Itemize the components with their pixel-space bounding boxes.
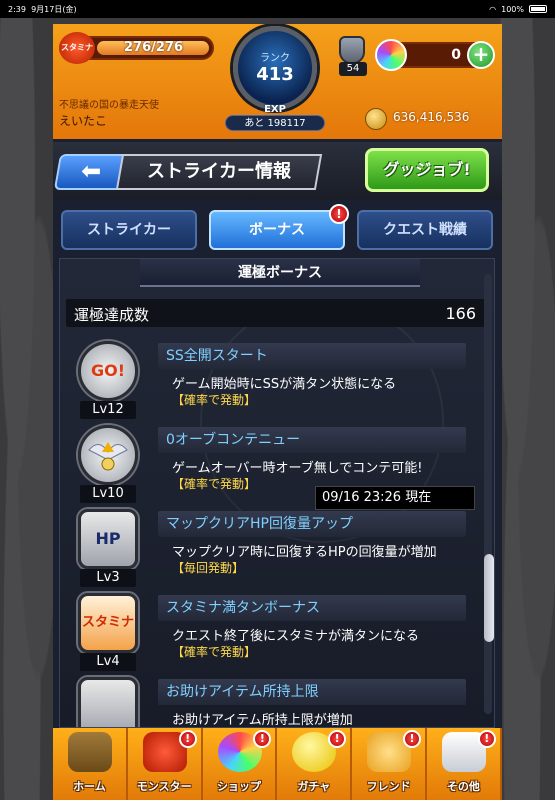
- nav-label: モンスター: [136, 780, 192, 793]
- tab-striker[interactable]: ストライカー: [61, 210, 197, 250]
- rank-orb[interactable]: ランク 413: [233, 26, 317, 110]
- wifi-icon: ◠: [489, 4, 497, 14]
- page-title: ストライカー情報: [115, 154, 323, 190]
- scrollbar-track[interactable]: [484, 274, 492, 714]
- scrollbar-thumb[interactable]: [484, 554, 494, 642]
- coin-count: 636,416,536: [393, 110, 470, 124]
- hp-icon: HP: [78, 509, 138, 569]
- tab-quest-record[interactable]: クエスト戦績: [357, 210, 493, 250]
- orb-count: 0: [451, 47, 461, 63]
- bonus-name: SS全開スタート: [158, 343, 466, 369]
- bonus-level: Lv3: [80, 569, 136, 587]
- bonus-name: スタミナ満タンボーナス: [158, 595, 466, 621]
- player-name: えいたこ: [59, 114, 108, 128]
- nav-badge: !: [178, 730, 197, 748]
- bonus-desc: クエスト終了後にスタミナが満タンになる: [172, 629, 420, 644]
- nav-label: ショップ: [216, 780, 261, 793]
- nav-label: フレンド: [366, 780, 411, 793]
- tab-bar: ストライカー ボーナス ! クエスト戦績: [53, 202, 502, 256]
- nav-badge: !: [253, 730, 272, 748]
- bonus-item[interactable]: GO! Lv12 SS全開スタート ゲーム開始時にSSが満タン状態になる 【確率…: [66, 341, 486, 421]
- data-timestamp: 09/16 23:26 現在: [315, 486, 475, 510]
- back-arrow-icon: ⬅: [81, 157, 102, 185]
- bonus-level: Lv10: [80, 485, 136, 503]
- nav-label: ホーム: [73, 780, 106, 793]
- shield-count: 54: [339, 62, 367, 76]
- nav-badge: !: [328, 730, 347, 748]
- bonus-desc: マップクリア時に回復するHPの回復量が増加: [172, 545, 437, 560]
- rank-label: ランク: [260, 53, 290, 64]
- bonus-item[interactable]: HP Lv3 マップクリアHP回復量アップ マップクリア時に回復するHPの回復量…: [66, 509, 486, 589]
- helper-item-icon: [78, 677, 138, 727]
- add-orb-button[interactable]: +: [467, 41, 495, 69]
- stamina-icon: スタミナ: [78, 593, 138, 653]
- exp-label: EXP: [264, 104, 286, 115]
- shield-icon[interactable]: [339, 36, 365, 64]
- bonus-level: Lv12: [80, 401, 136, 419]
- tab-bonus-badge: !: [329, 204, 349, 224]
- stamina-bar[interactable]: スタミナ 276/276: [59, 32, 214, 64]
- rank-value: 413: [256, 64, 294, 85]
- coin-icon: [365, 108, 387, 130]
- battery-percent: 100%: [501, 4, 524, 14]
- orb-bar[interactable]: 0 +: [375, 39, 495, 71]
- exp-remaining: あと 198117: [225, 115, 325, 131]
- bonus-note: 【確率で発動】: [172, 477, 257, 491]
- bonus-note: 【毎回発動】: [172, 561, 245, 575]
- bonus-desc: ゲーム開始時にSSが満タン状態になる: [172, 377, 397, 392]
- bonus-desc: お助けアイテム所持上限が増加: [172, 713, 353, 728]
- stat-label: 運極達成数: [74, 306, 150, 324]
- tab-bonus[interactable]: ボーナス: [209, 210, 345, 250]
- bonus-item[interactable]: お助けアイテム所持上限 お助けアイテム所持上限が増加: [66, 677, 486, 728]
- status-time: 2:39 9月17日(金): [8, 4, 77, 14]
- bonus-note: 【確率で発動】: [172, 393, 257, 407]
- status-bar: 2:39 9月17日(金) ◠ 100%: [0, 0, 555, 18]
- good-job-button[interactable]: グッジョブ!: [365, 148, 489, 192]
- nav-shop[interactable]: ! ショップ: [203, 728, 278, 800]
- go-icon: GO!: [78, 341, 138, 401]
- nav-label: ガチャ: [297, 780, 331, 793]
- stamina-value: 276/276: [123, 40, 184, 55]
- nav-friend[interactable]: ! フレンド: [352, 728, 427, 800]
- bottom-nav: ホーム ! モンスター ! ショップ ! ガチャ ! フレンド ! その他: [53, 728, 502, 800]
- exp-box: EXP あと 198117: [221, 104, 329, 134]
- nav-label: その他: [446, 780, 480, 793]
- home-icon: [68, 732, 112, 772]
- bonus-name: マップクリアHP回復量アップ: [158, 511, 466, 537]
- bonus-level: Lv4: [80, 653, 136, 671]
- stone-wall-right: [500, 18, 555, 800]
- nav-gacha[interactable]: ! ガチャ: [277, 728, 353, 800]
- nav-badge: !: [477, 730, 496, 748]
- game-screen: スタミナ 276/276 ランク 413 EXP あと 198117 54 0 …: [53, 24, 502, 800]
- orb-icon: [375, 39, 407, 71]
- bonus-name: お助けアイテム所持上限: [158, 679, 466, 705]
- stat-value: 166: [445, 304, 476, 323]
- section-title: 運極ボーナス: [140, 259, 420, 287]
- stone-wall-left: [0, 18, 55, 800]
- bonus-item[interactable]: スタミナ Lv4 スタミナ満タンボーナス クエスト終了後にスタミナが満タンになる…: [66, 593, 486, 673]
- bonus-name: 0オーブコンテニュー: [158, 427, 466, 453]
- stat-row: 運極達成数 166: [66, 299, 486, 327]
- nav-badge: !: [402, 730, 421, 748]
- bonus-desc: ゲームオーバー時オーブ無しでコンテ可能!: [172, 461, 423, 476]
- nav-home[interactable]: ホーム: [53, 728, 128, 800]
- bonus-note: 【確率で発動】: [172, 645, 257, 659]
- winged-orb-icon: [78, 425, 138, 485]
- stamina-icon: スタミナ: [59, 32, 95, 64]
- battery-icon: [529, 5, 547, 13]
- top-header: スタミナ 276/276 ランク 413 EXP あと 198117 54 0 …: [53, 24, 502, 139]
- title-bar: ⬅ ストライカー情報 グッジョブ!: [53, 142, 502, 200]
- nav-other[interactable]: ! その他: [427, 728, 502, 800]
- player-title: 不思議の国の暴走天使: [59, 100, 159, 111]
- nav-monster[interactable]: ! モンスター: [128, 728, 203, 800]
